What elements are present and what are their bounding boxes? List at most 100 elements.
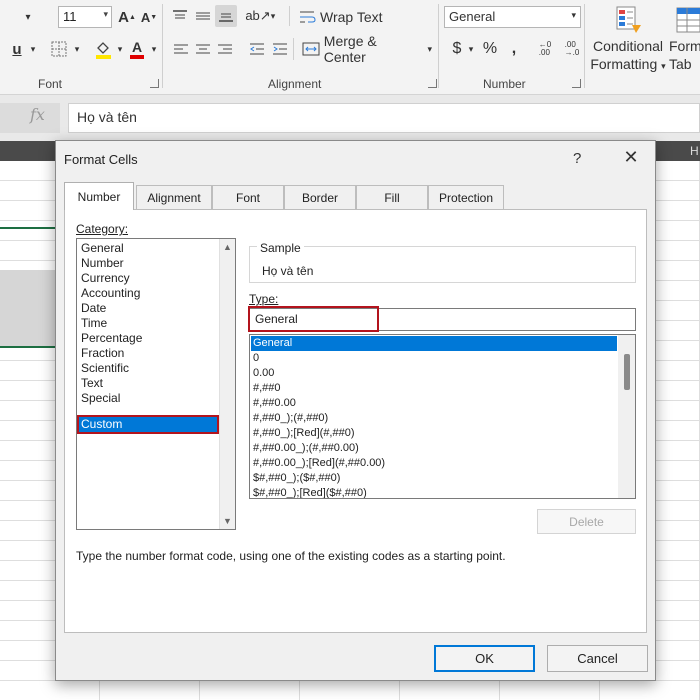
wrap-text-icon	[300, 11, 316, 23]
number-group-label: Number	[483, 77, 526, 91]
increase-font-size-button[interactable]: A ▲	[118, 6, 136, 28]
insert-function-icon[interactable]: fx	[30, 105, 45, 124]
conditional-formatting-graphic	[616, 6, 641, 33]
formula-input[interactable]: Họ và tên	[68, 103, 700, 133]
orientation-button[interactable]: ab↗	[245, 6, 271, 26]
orientation-dropdown[interactable]: ▾	[268, 6, 278, 26]
scroll-up-icon[interactable]: ▲	[223, 242, 232, 252]
category-item-percentage[interactable]: Percentage	[81, 331, 142, 346]
format-as-table-button[interactable]: Form Tab	[669, 37, 700, 73]
format-code-item[interactable]: #,##0.00_);(#,##0.00)	[253, 441, 359, 456]
tab-border[interactable]: Border	[284, 185, 356, 210]
conditional-formatting-line2: Formatting	[590, 56, 658, 72]
bottom-align-button[interactable]	[215, 5, 237, 27]
conditional-formatting-line1: Conditional	[592, 38, 664, 54]
category-item-scientific[interactable]: Scientific	[81, 361, 129, 376]
increase-decimal-button[interactable]: ←0.00	[535, 38, 555, 60]
accounting-format-dropdown[interactable]: ▾	[466, 38, 476, 60]
help-icon[interactable]: ?	[573, 150, 581, 167]
fill-color-button[interactable]	[92, 38, 114, 60]
comma-style-button[interactable]: ,	[505, 38, 523, 60]
ok-button[interactable]: OK	[434, 645, 535, 672]
tab-alignment[interactable]: Alignment	[136, 185, 212, 210]
top-align-button[interactable]	[170, 6, 190, 26]
selected-cell-border	[0, 227, 60, 229]
dialog-title: Format Cells	[64, 152, 138, 167]
font-color-dropdown[interactable]: ▾	[149, 38, 159, 60]
delete-button[interactable]: Delete	[537, 509, 636, 534]
decrease-decimal-button[interactable]: .00 →.0	[562, 38, 582, 60]
fill-color-dropdown[interactable]: ▾	[115, 38, 125, 60]
currency-icon: $	[452, 40, 462, 57]
align-left-button[interactable]	[172, 40, 190, 58]
align-right-button[interactable]	[216, 40, 234, 58]
category-item-number[interactable]: Number	[81, 256, 124, 271]
conditional-formatting-button[interactable]: Conditional Formatting ▾	[588, 37, 668, 75]
category-list[interactable]: General Number Currency Accounting Date …	[76, 238, 236, 530]
chevron-down-icon: ▾	[103, 9, 108, 19]
tab-number[interactable]: Number	[64, 182, 134, 210]
font-name-dropdown-arrow[interactable]: ▾	[6, 6, 50, 28]
category-item-accounting[interactable]: Accounting	[81, 286, 140, 301]
tab-font[interactable]: Font	[212, 185, 284, 210]
format-code-item[interactable]: #,##0_);[Red](#,##0)	[253, 426, 355, 441]
tab-fill[interactable]: Fill	[356, 185, 428, 210]
underline-dropdown[interactable]: ▾	[28, 38, 38, 60]
number-format-value: General	[449, 9, 496, 24]
scroll-down-icon[interactable]: ▼	[223, 516, 232, 526]
number-format-dropdown[interactable]: General ▾	[444, 6, 581, 28]
align-left-icon	[174, 44, 188, 54]
category-item-fraction[interactable]: Fraction	[81, 346, 124, 361]
decrease-font-size-button[interactable]: A ▼	[140, 6, 158, 28]
middle-align-button[interactable]	[193, 6, 213, 26]
format-code-item[interactable]: 0	[253, 351, 259, 366]
percent-style-button[interactable]: %	[480, 38, 500, 60]
format-code-item[interactable]: #,##0.00	[253, 396, 296, 411]
formula-bar: fx Họ và tên	[0, 95, 700, 141]
format-code-item[interactable]: #,##0_);(#,##0)	[253, 411, 328, 426]
scrollbar-thumb[interactable]	[624, 354, 630, 390]
ribbon-separator	[162, 4, 163, 88]
format-code-item[interactable]: 0.00	[253, 366, 274, 381]
close-icon[interactable]: ✕	[620, 147, 642, 169]
font-dialog-launcher-icon[interactable]	[150, 79, 159, 88]
underline-button[interactable]: u	[8, 38, 26, 60]
format-code-item[interactable]: $#,##0_);($#,##0)	[253, 471, 340, 486]
format-code-scrollbar[interactable]	[618, 335, 635, 498]
tab-protection[interactable]: Protection	[428, 185, 504, 210]
chevron-down-icon: ▾	[571, 10, 576, 20]
alignment-dialog-launcher-icon[interactable]	[428, 79, 437, 88]
cancel-button[interactable]: Cancel	[547, 645, 648, 672]
decrease-indent-button[interactable]	[248, 40, 266, 58]
increase-indent-button[interactable]	[271, 40, 289, 58]
column-header-h[interactable]: H	[690, 144, 699, 158]
category-item-text[interactable]: Text	[81, 376, 103, 391]
align-center-button[interactable]	[194, 40, 212, 58]
borders-button[interactable]	[48, 38, 70, 60]
borders-dropdown[interactable]: ▾	[72, 38, 82, 60]
merge-center-label: Merge & Center	[323, 33, 377, 65]
ribbon-separator	[584, 4, 585, 88]
category-scrollbar[interactable]: ▲ ▼	[219, 239, 235, 529]
font-color-button[interactable]: A	[127, 38, 147, 60]
merge-center-button[interactable]: Merge & Center ▾	[302, 33, 432, 65]
category-item-currency[interactable]: Currency	[81, 271, 130, 286]
ribbon-separator	[438, 4, 439, 88]
orientation-icon: ab↗	[245, 8, 271, 23]
font-color-icon: A	[130, 39, 144, 59]
merge-center-icon	[302, 42, 320, 56]
category-item-time[interactable]: Time	[81, 316, 107, 331]
category-item-general[interactable]: General	[81, 241, 124, 256]
format-code-item[interactable]: #,##0.00_);[Red](#,##0.00)	[253, 456, 385, 471]
number-dialog-launcher-icon[interactable]	[572, 79, 581, 88]
category-item-date[interactable]: Date	[81, 301, 106, 316]
chevron-down-icon: ▾	[661, 61, 666, 71]
wrap-text-button[interactable]: Wrap Text	[299, 6, 389, 28]
font-size-dropdown[interactable]: 11 ▾	[58, 6, 112, 28]
category-item-special[interactable]: Special	[81, 391, 120, 406]
format-code-item[interactable]: General	[251, 336, 617, 351]
format-code-item[interactable]: #,##0	[253, 381, 281, 396]
format-code-list[interactable]: General 0 0.00 #,##0 #,##0.00 #,##0_);(#…	[249, 334, 636, 499]
format-code-item[interactable]: $#,##0_);[Red]($#,##0)	[253, 486, 367, 498]
accounting-format-button[interactable]: $	[448, 38, 466, 60]
